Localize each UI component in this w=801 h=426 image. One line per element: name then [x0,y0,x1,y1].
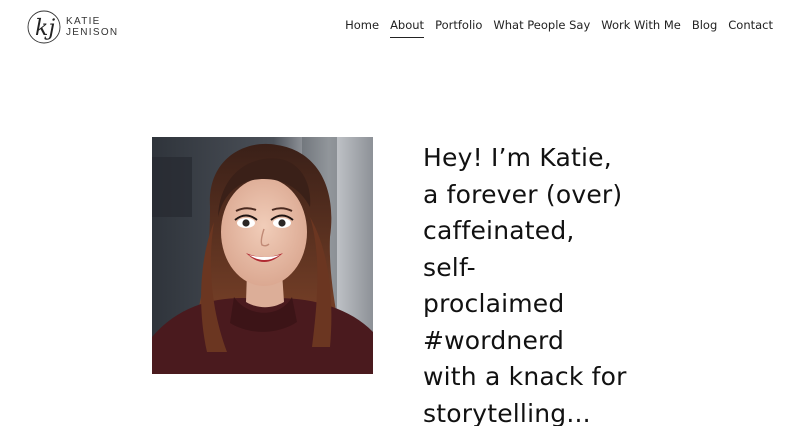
logo-monogram-icon: kj [27,10,61,44]
nav-home[interactable]: Home [345,18,379,38]
intro-line: caffeinated, [423,216,575,245]
site-header: kj KATIE JENISON Home About Portfolio Wh… [0,0,801,56]
logo-wordmark: KATIE JENISON [66,16,118,38]
intro-heading: Hey! I’m Katie, a forever (over) caffein… [423,140,663,426]
intro-line: proclaimed [423,289,565,318]
nav-blog[interactable]: Blog [692,18,717,38]
intro-line: a forever (over) [423,179,623,209]
site-logo[interactable]: kj KATIE JENISON [22,5,122,49]
logo-line-1: KATIE [66,16,101,27]
logo-initials: kj [35,16,55,41]
intro-line: storytelling... [423,398,591,426]
intro-line: #wordnerd [423,325,565,355]
intro-line: self- [423,252,476,282]
profile-photo [152,137,373,374]
portrait-image [152,137,373,374]
nav-about[interactable]: About [390,18,425,38]
nav-work-with-me[interactable]: Work With Me [601,18,681,38]
logo-line-2: JENISON [66,27,119,38]
intro-line: Hey! I’m Katie, [423,143,612,172]
nav-portfolio[interactable]: Portfolio [435,18,482,38]
nav-contact[interactable]: Contact [728,18,773,38]
intro-line: with a knack for [423,362,627,391]
nav-what-people-say[interactable]: What People Say [493,18,590,38]
main-nav: Home About Portfolio What People Say Wor… [334,18,773,38]
